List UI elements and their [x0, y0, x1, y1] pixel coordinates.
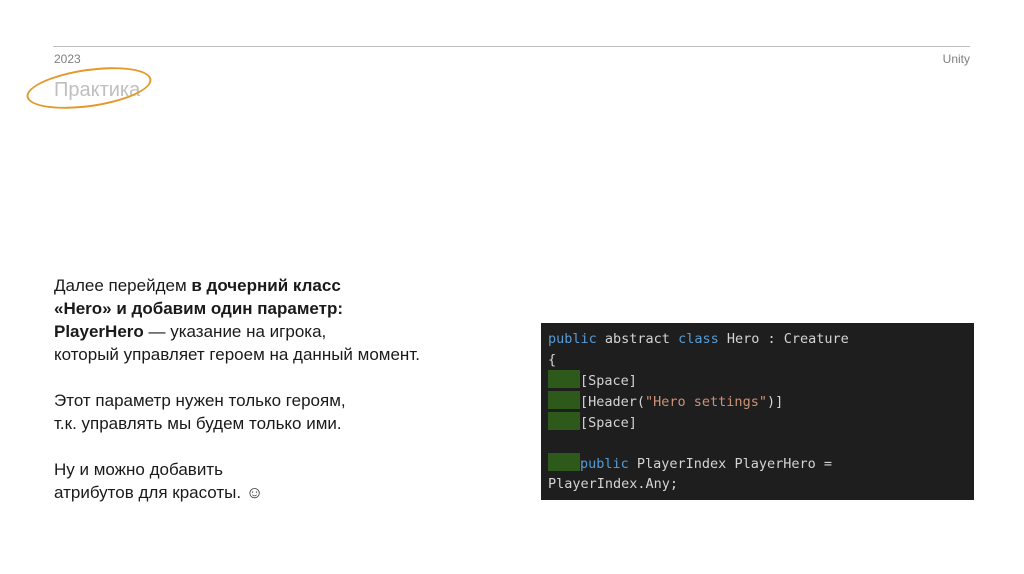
code-text: [Header( — [580, 394, 646, 411]
code-line-5: [Space] — [548, 411, 968, 433]
paragraph-2: Этот параметр нужен только героям, т.к. … — [54, 389, 524, 435]
code-snippet: public abstract class Hero : Creature{[S… — [541, 323, 974, 500]
slide-body: Далее перейдем в дочерний класс «Hero» и… — [54, 274, 524, 504]
indent-marker — [548, 391, 580, 410]
bold-text: «Hero» и добавим один параметр: — [54, 299, 343, 318]
paragraph-2-line-2: т.к. управлять мы будем только ими. — [54, 414, 342, 433]
code-text: [Space] — [580, 414, 637, 431]
paragraph-3-line-1: Ну и можно добавить — [54, 460, 223, 479]
paragraph-1-line-1: Далее перейдем в дочерний класс — [54, 274, 524, 297]
indent-marker — [548, 370, 580, 389]
code-text: PlayerIndex PlayerHero = — [628, 456, 832, 473]
paragraph-3-line-2: атрибутов для красоты. ☺ — [54, 483, 264, 502]
paragraph-2-line-1: Этот параметр нужен только героям, — [54, 391, 346, 410]
code-line-2: { — [548, 351, 557, 368]
text-run: Далее перейдем — [54, 276, 192, 295]
code-line-4: [Header("Hero settings")] — [548, 391, 968, 412]
header-divider — [53, 46, 970, 47]
paragraph-1-line-3: PlayerHero — указание на игрока, — [54, 320, 524, 343]
paragraph-1-line-4: который управляет героем на данный момен… — [54, 345, 420, 364]
code-text: abstract — [596, 331, 679, 347]
code-text: [Space] — [580, 373, 637, 390]
keyword: public — [548, 331, 597, 347]
year-label: 2023 — [54, 52, 81, 66]
code-line-1: public abstract class Hero : Creature — [548, 329, 968, 350]
text-run: — указание на игрока, — [143, 322, 327, 341]
indent-marker — [548, 411, 580, 430]
brand-label: Unity — [942, 52, 970, 66]
code-text: Hero : Creature — [718, 331, 849, 347]
code-line-3: [Space] — [548, 370, 968, 391]
paragraph-1-line-2: «Hero» и добавим один параметр: — [54, 297, 524, 320]
indent-marker — [548, 453, 580, 472]
bold-text: в дочерний класс — [191, 276, 341, 295]
paragraph-3: Ну и можно добавить атрибутов для красот… — [54, 458, 524, 504]
string-literal: "Hero settings" — [645, 394, 767, 411]
keyword: class — [678, 331, 719, 347]
keyword: public — [580, 456, 629, 473]
title-highlight-oval — [23, 60, 155, 116]
code-line-7: public PlayerIndex PlayerHero = — [548, 453, 968, 474]
bold-text: PlayerHero — [54, 322, 144, 341]
code-line-8: PlayerIndex.Any; — [548, 475, 679, 492]
code-text: )] — [766, 394, 784, 411]
paragraph-1: Далее перейдем в дочерний класс «Hero» и… — [54, 274, 524, 366]
